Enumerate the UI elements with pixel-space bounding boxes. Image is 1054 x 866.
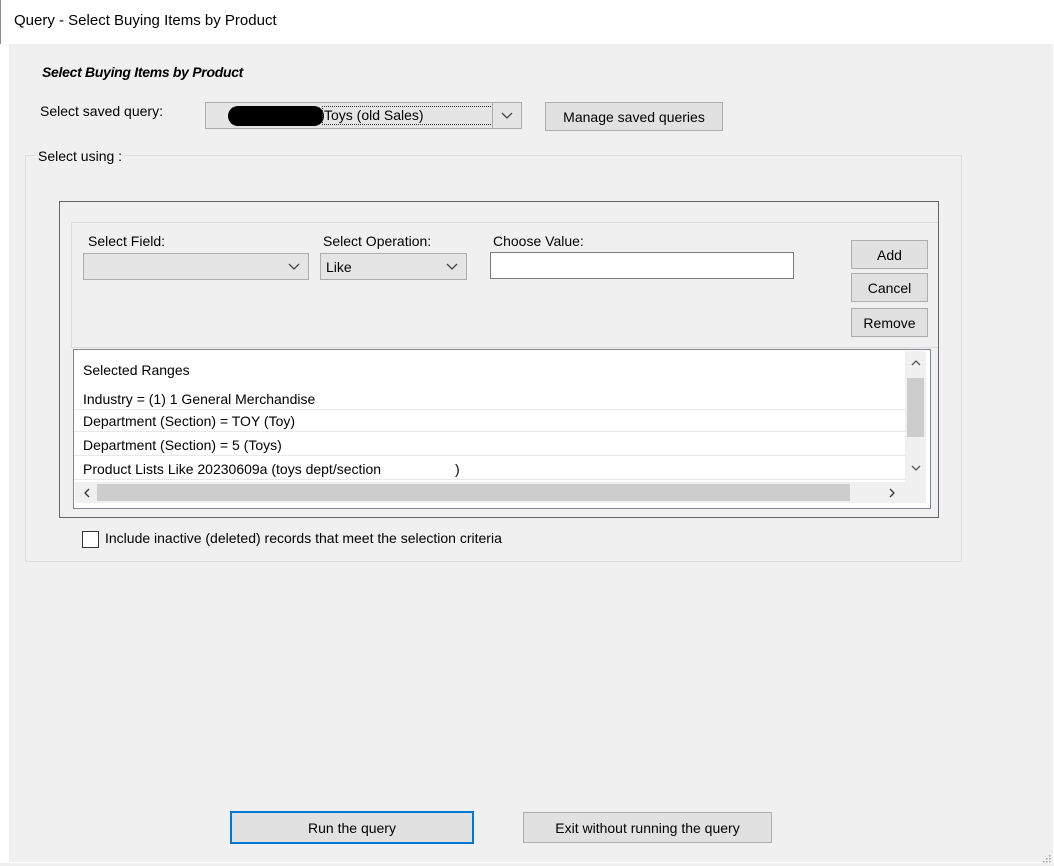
chevron-left-icon[interactable] bbox=[77, 482, 95, 503]
vertical-scroll-thumb[interactable] bbox=[907, 378, 924, 437]
window-border-left bbox=[0, 44, 9, 863]
chevron-up-icon[interactable] bbox=[905, 353, 926, 371]
selected-ranges-header: Selected Ranges bbox=[83, 362, 190, 378]
list-item[interactable]: Department (Section) = TOY (Toy) bbox=[74, 410, 907, 432]
include-inactive-label[interactable]: Include inactive (deleted) records that … bbox=[105, 530, 502, 546]
select-using-label: Select using : bbox=[36, 148, 125, 164]
chevron-down-icon[interactable] bbox=[280, 254, 308, 279]
select-operation-dropdown[interactable]: Like bbox=[320, 253, 467, 280]
resize-grip-icon[interactable] bbox=[1041, 850, 1051, 863]
list-item[interactable]: Product Lists Like 20230609a (toys dept/… bbox=[74, 458, 907, 480]
horizontal-scrollbar[interactable] bbox=[75, 482, 905, 503]
chevron-down-icon[interactable] bbox=[905, 459, 926, 477]
remove-button[interactable]: Remove bbox=[851, 308, 928, 337]
select-operation-value: Like bbox=[326, 259, 352, 275]
list-item-text: Department (Section) = TOY (Toy) bbox=[83, 413, 296, 429]
vertical-scrollbar[interactable] bbox=[905, 351, 926, 482]
select-field-dropdown[interactable] bbox=[83, 253, 309, 280]
select-operation-label: Select Operation: bbox=[323, 233, 432, 249]
select-field-label: Select Field: bbox=[88, 233, 166, 249]
chevron-right-icon[interactable] bbox=[883, 482, 901, 503]
redaction-mark bbox=[228, 106, 324, 126]
choose-value-label: Choose Value: bbox=[493, 233, 584, 249]
list-item[interactable]: Industry = (1) 1 General Merchandise bbox=[74, 388, 907, 410]
horizontal-scroll-thumb[interactable] bbox=[97, 484, 850, 501]
list-item-text: Product Lists Like 20230609a (toys dept/… bbox=[83, 461, 460, 477]
list-header: Selected Ranges bbox=[74, 359, 907, 381]
saved-query-dropdown[interactable]: Toys (old Sales) bbox=[205, 102, 522, 129]
include-inactive-checkbox[interactable] bbox=[82, 531, 99, 548]
form-heading: Select Buying Items by Product bbox=[42, 64, 244, 80]
list-item-text: Industry = (1) 1 General Merchandise bbox=[83, 391, 316, 407]
chevron-down-icon[interactable] bbox=[492, 103, 521, 128]
window-title: Query - Select Buying Items by Product bbox=[14, 12, 277, 29]
chevron-down-icon[interactable] bbox=[438, 254, 466, 279]
choose-value-input[interactable] bbox=[490, 252, 794, 279]
add-button[interactable]: Add bbox=[851, 240, 928, 269]
exit-without-running-button[interactable]: Exit without running the query bbox=[523, 812, 772, 843]
list-item-text: Department (Section) = 5 (Toys) bbox=[83, 437, 282, 453]
manage-saved-queries-button[interactable]: Manage saved queries bbox=[545, 102, 723, 131]
list-item[interactable]: Department (Section) = 5 (Toys) bbox=[74, 434, 907, 456]
run-query-button[interactable]: Run the query bbox=[230, 811, 474, 844]
scroll-corner bbox=[905, 482, 926, 503]
saved-query-label: Select saved query: bbox=[40, 103, 163, 119]
cancel-button[interactable]: Cancel bbox=[851, 273, 928, 302]
selected-ranges-list[interactable]: Selected Ranges Industry = (1) 1 General… bbox=[73, 349, 931, 509]
saved-query-value: Toys (old Sales) bbox=[324, 107, 424, 123]
